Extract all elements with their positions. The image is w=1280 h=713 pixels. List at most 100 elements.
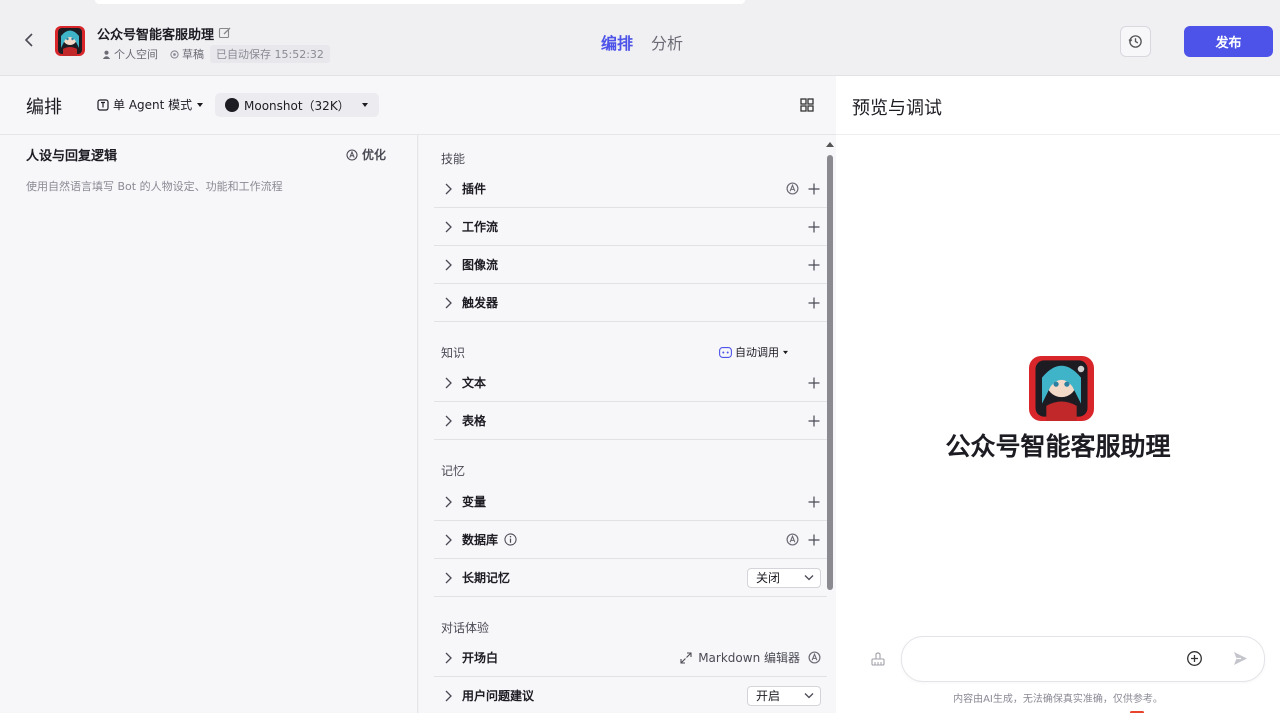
publish-button[interactable]: 发布 [1184, 26, 1273, 57]
skill-workflow[interactable]: 工作流 [434, 208, 827, 246]
skill-trigger[interactable]: 触发器 [434, 284, 827, 322]
auto-call-label: 自动调用 [735, 346, 779, 359]
ai-auto-icon[interactable] [786, 533, 799, 546]
add-text-icon[interactable] [807, 376, 821, 390]
caret-down-icon [197, 102, 204, 107]
auto-call-select[interactable]: 自动调用 [719, 344, 789, 360]
optimize-button[interactable]: 优化 [346, 146, 386, 163]
longterm-memory-select[interactable]: 关闭 [747, 567, 821, 588]
dialog-suggestions[interactable]: 用户问题建议 开启 [434, 677, 827, 713]
skill-plugin-label: 插件 [462, 182, 487, 196]
bot-meta: 个人空间 草稿 已自动保存 15:52:32 [102, 45, 330, 63]
preview-panel: 预览与调试 公众号智能客服助理 内容由AI生成，无法确保真实准确，仅供参考。 [836, 76, 1280, 713]
skill-workflow-label: 工作流 [462, 220, 499, 234]
skill-plugin[interactable]: 插件 [434, 170, 827, 208]
chevron-right-icon [434, 297, 462, 309]
agent-mode-label: 单 Agent 模式 [113, 98, 193, 112]
workspace-label: 个人空间 [114, 48, 158, 61]
knowledge-table-label: 表格 [462, 414, 487, 428]
ai-auto-icon[interactable] [786, 182, 799, 195]
longterm-memory-value: 关闭 [756, 571, 781, 585]
persona-panel: 人设与回复逻辑 优化 使用自然语言填写 Bot 的人物设定、功能和工作流程 [0, 135, 418, 713]
add-imageflow-icon[interactable] [807, 258, 821, 272]
memory-database[interactable]: 数据库 [434, 521, 827, 559]
layout-grid-icon[interactable] [800, 98, 814, 112]
optimize-label: 优化 [362, 148, 387, 162]
top-strip [95, 0, 745, 4]
chevron-right-icon [434, 572, 462, 584]
chevron-right-icon [434, 221, 462, 233]
main-tabs: 编排 分析 [601, 30, 683, 54]
edit-icon[interactable] [218, 26, 232, 40]
chevron-right-icon [434, 652, 462, 664]
add-variable-icon[interactable] [807, 495, 821, 509]
skill-trigger-label: 触发器 [462, 296, 499, 310]
section-knowledge: 知识 [441, 346, 466, 360]
dialog-opening[interactable]: 开场白 Markdown 编辑器 [434, 639, 827, 677]
ai-auto-icon[interactable] [808, 651, 821, 664]
section-memory: 记忆 [441, 464, 466, 478]
back-button[interactable] [20, 30, 40, 50]
add-workflow-icon[interactable] [807, 220, 821, 234]
chevron-left-icon [24, 33, 33, 47]
expand-icon [680, 651, 692, 664]
status-label: 草稿 [182, 48, 204, 61]
draft-icon [170, 49, 179, 59]
auto-call-icon [719, 346, 732, 358]
preview-bot-name: 公众号智能客服助理 [945, 432, 1171, 461]
chevron-down-icon [804, 693, 814, 699]
ai-optimize-icon [346, 148, 358, 161]
send-icon[interactable] [1232, 650, 1249, 667]
editor-toolbar: 编排 单 Agent 模式 Moonshot（32K） [0, 76, 836, 135]
tab-analysis[interactable]: 分析 [651, 30, 683, 54]
chevron-right-icon [434, 259, 462, 271]
add-trigger-icon[interactable] [807, 296, 821, 310]
add-database-icon[interactable] [807, 533, 821, 547]
persona-title: 人设与回复逻辑 [26, 149, 118, 164]
knowledge-table[interactable]: 表格 [434, 402, 827, 440]
suggestions-value: 开启 [756, 689, 781, 703]
add-attachment-icon[interactable] [1186, 650, 1203, 667]
ai-disclaimer: 内容由AI生成，无法确保真实准确，仅供参考。 [953, 694, 1163, 705]
bot-name: 公众号智能客服助理 [97, 28, 215, 43]
chat-input[interactable] [901, 636, 1265, 682]
chevron-right-icon [434, 534, 462, 546]
section-skills: 技能 [441, 152, 466, 166]
info-icon[interactable] [504, 533, 517, 546]
model-label: Moonshot（32K） [244, 98, 350, 113]
chevron-right-icon [434, 690, 462, 702]
chevron-right-icon [434, 183, 462, 195]
moonshot-logo-icon [225, 98, 239, 112]
scroll-up-arrow[interactable] [826, 142, 834, 147]
history-icon [1128, 35, 1142, 48]
markdown-editor-link[interactable]: Markdown 编辑器 [680, 649, 800, 666]
memory-variable[interactable]: 变量 [434, 483, 827, 521]
caret-down-icon [783, 350, 788, 354]
memory-variable-label: 变量 [462, 495, 487, 509]
section-dialog: 对话体验 [441, 621, 490, 635]
knowledge-text[interactable]: 文本 [434, 364, 827, 402]
chevron-right-icon [434, 415, 462, 427]
editor-title: 编排 [26, 97, 62, 118]
add-plugin-icon[interactable] [807, 182, 821, 196]
bot-avatar [55, 26, 85, 56]
autosave-status: 已自动保存 15:52:32 [210, 45, 330, 63]
chevron-right-icon [434, 496, 462, 508]
agent-mode-select[interactable]: 单 Agent 模式 [97, 96, 204, 113]
history-button[interactable] [1120, 26, 1151, 57]
preview-bot-avatar [1029, 356, 1094, 421]
chevron-down-icon [804, 575, 814, 581]
workspace-tag: 个人空间 [102, 46, 158, 62]
suggestions-select[interactable]: 开启 [747, 685, 821, 706]
model-select[interactable]: Moonshot（32K） [215, 93, 379, 117]
clear-history-icon[interactable] [870, 651, 886, 667]
preview-header: 预览与调试 [836, 76, 1280, 135]
tab-orchestrate[interactable]: 编排 [601, 30, 633, 54]
persona-textarea[interactable]: 使用自然语言填写 Bot 的人物设定、功能和工作流程 [26, 178, 283, 194]
add-table-icon[interactable] [807, 414, 821, 428]
memory-longterm[interactable]: 长期记忆 关闭 [434, 559, 827, 597]
memory-database-label: 数据库 [462, 533, 499, 547]
skill-imageflow[interactable]: 图像流 [434, 246, 827, 284]
scrollbar-thumb[interactable] [827, 155, 833, 590]
dialog-opening-label: 开场白 [462, 651, 499, 665]
